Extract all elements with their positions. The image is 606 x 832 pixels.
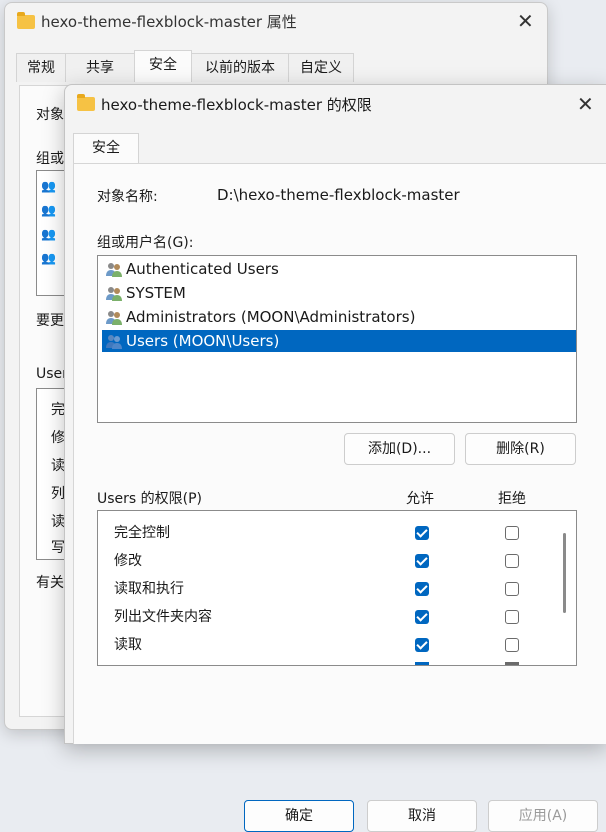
permission-name: 读取和执行 bbox=[114, 581, 184, 597]
user-label: Users (MOON\Users) bbox=[126, 332, 280, 350]
deny-checkbox[interactable] bbox=[505, 610, 519, 624]
tab-general[interactable]: 常规 bbox=[16, 53, 66, 82]
list-item-authenticated-users[interactable]: Authenticated Users bbox=[102, 258, 576, 280]
permission-row-list-folder: 列出文件夹内容 bbox=[114, 607, 212, 627]
user-group-icon: 👥 bbox=[41, 203, 56, 217]
permission-name: 列出文件夹内容 bbox=[114, 609, 212, 625]
perm-fragment: 完 bbox=[51, 402, 65, 418]
permission-row-read: 读取 bbox=[114, 635, 142, 655]
allow-checkbox[interactable] bbox=[415, 610, 429, 624]
deny-checkbox[interactable] bbox=[505, 526, 519, 540]
object-name-value: D:\hexo-theme-flexblock-master bbox=[217, 186, 460, 204]
info-fragment: 有关 bbox=[36, 575, 64, 591]
permission-row-full-control: 完全控制 bbox=[114, 523, 170, 543]
perm-fragment: 读 bbox=[51, 514, 65, 530]
perm-fragment: 修 bbox=[51, 430, 65, 446]
list-item-users[interactable]: Users (MOON\Users) bbox=[102, 330, 576, 352]
perm-fragment: 列 bbox=[51, 486, 65, 502]
permission-row-read-execute: 读取和执行 bbox=[114, 579, 184, 599]
edit-hint-fragment: 要更 bbox=[36, 313, 64, 329]
tab-security[interactable]: 安全 bbox=[134, 50, 192, 82]
deny-checkbox[interactable] bbox=[505, 638, 519, 652]
users-list[interactable]: Authenticated Users SYSTEM Administrator… bbox=[97, 255, 577, 423]
security-panel: 对象名称: D:\hexo-theme-flexblock-master 组或用… bbox=[73, 163, 606, 832]
user-group-icon bbox=[106, 287, 122, 301]
allow-checkbox[interactable] bbox=[415, 554, 429, 568]
perm-fragment: 读 bbox=[51, 458, 65, 474]
remove-button[interactable]: 删除(R) bbox=[465, 433, 576, 465]
user-group-icon bbox=[106, 263, 122, 277]
permissions-list[interactable]: 完全控制 修改 读取和执行 列出文件夹内容 读取 bbox=[97, 510, 577, 666]
perm-fragment: 写 bbox=[51, 540, 65, 556]
scrollbar-thumb[interactable] bbox=[563, 533, 566, 613]
object-label-fragment: 对象 bbox=[36, 107, 64, 123]
user-label: SYSTEM bbox=[126, 284, 186, 302]
permission-row-modify: 修改 bbox=[114, 551, 142, 571]
ok-button[interactable]: 确定 bbox=[244, 800, 354, 832]
tab-sharing[interactable]: 共享 bbox=[65, 53, 135, 82]
permissions-dialog: hexo-theme-flexblock-master 的权限 ✕ 安全 对象名… bbox=[64, 84, 606, 832]
tab-customize[interactable]: 自定义 bbox=[288, 53, 354, 82]
permission-name: 读取 bbox=[114, 637, 142, 653]
tab-security[interactable]: 安全 bbox=[73, 133, 139, 165]
properties-window-title: hexo-theme-flexblock-master 属性 bbox=[41, 13, 297, 31]
allow-checkbox[interactable] bbox=[415, 526, 429, 540]
deny-checkbox[interactable] bbox=[505, 554, 519, 568]
user-label: Authenticated Users bbox=[126, 260, 279, 278]
folder-icon bbox=[17, 12, 35, 29]
allow-checkbox[interactable] bbox=[415, 662, 429, 665]
cancel-button[interactable]: 取消 bbox=[367, 800, 477, 832]
folder-icon bbox=[77, 94, 95, 111]
permission-name: 完全控制 bbox=[114, 525, 170, 541]
dialog-title: hexo-theme-flexblock-master 的权限 bbox=[101, 96, 372, 114]
list-item-system[interactable]: SYSTEM bbox=[102, 282, 576, 304]
allow-checkbox[interactable] bbox=[415, 638, 429, 652]
permissions-label: Users 的权限(P) bbox=[97, 491, 203, 507]
user-group-icon bbox=[106, 311, 122, 325]
allow-header: 允许 bbox=[406, 491, 434, 507]
deny-header: 拒绝 bbox=[498, 491, 526, 507]
deny-checkbox[interactable] bbox=[505, 662, 519, 665]
close-icon[interactable]: ✕ bbox=[517, 11, 534, 31]
user-group-icon: 👥 bbox=[41, 251, 56, 265]
object-name-label: 对象名称: bbox=[97, 189, 158, 205]
user-group-icon bbox=[106, 335, 122, 349]
add-button[interactable]: 添加(D)... bbox=[344, 433, 455, 465]
tab-previous-versions[interactable]: 以前的版本 bbox=[191, 53, 289, 82]
list-item-administrators[interactable]: Administrators (MOON\Administrators) bbox=[102, 306, 576, 328]
group-label-fragment: 组或 bbox=[36, 151, 64, 167]
user-group-icon: 👥 bbox=[41, 179, 56, 193]
user-label: Administrators (MOON\Administrators) bbox=[126, 308, 416, 326]
close-icon[interactable]: ✕ bbox=[577, 94, 594, 114]
deny-checkbox[interactable] bbox=[505, 582, 519, 596]
group-users-label: 组或用户名(G): bbox=[97, 235, 194, 251]
allow-checkbox[interactable] bbox=[415, 582, 429, 596]
permission-name: 修改 bbox=[114, 553, 142, 569]
user-group-icon: 👥 bbox=[41, 227, 56, 241]
apply-button[interactable]: 应用(A) bbox=[488, 800, 598, 832]
